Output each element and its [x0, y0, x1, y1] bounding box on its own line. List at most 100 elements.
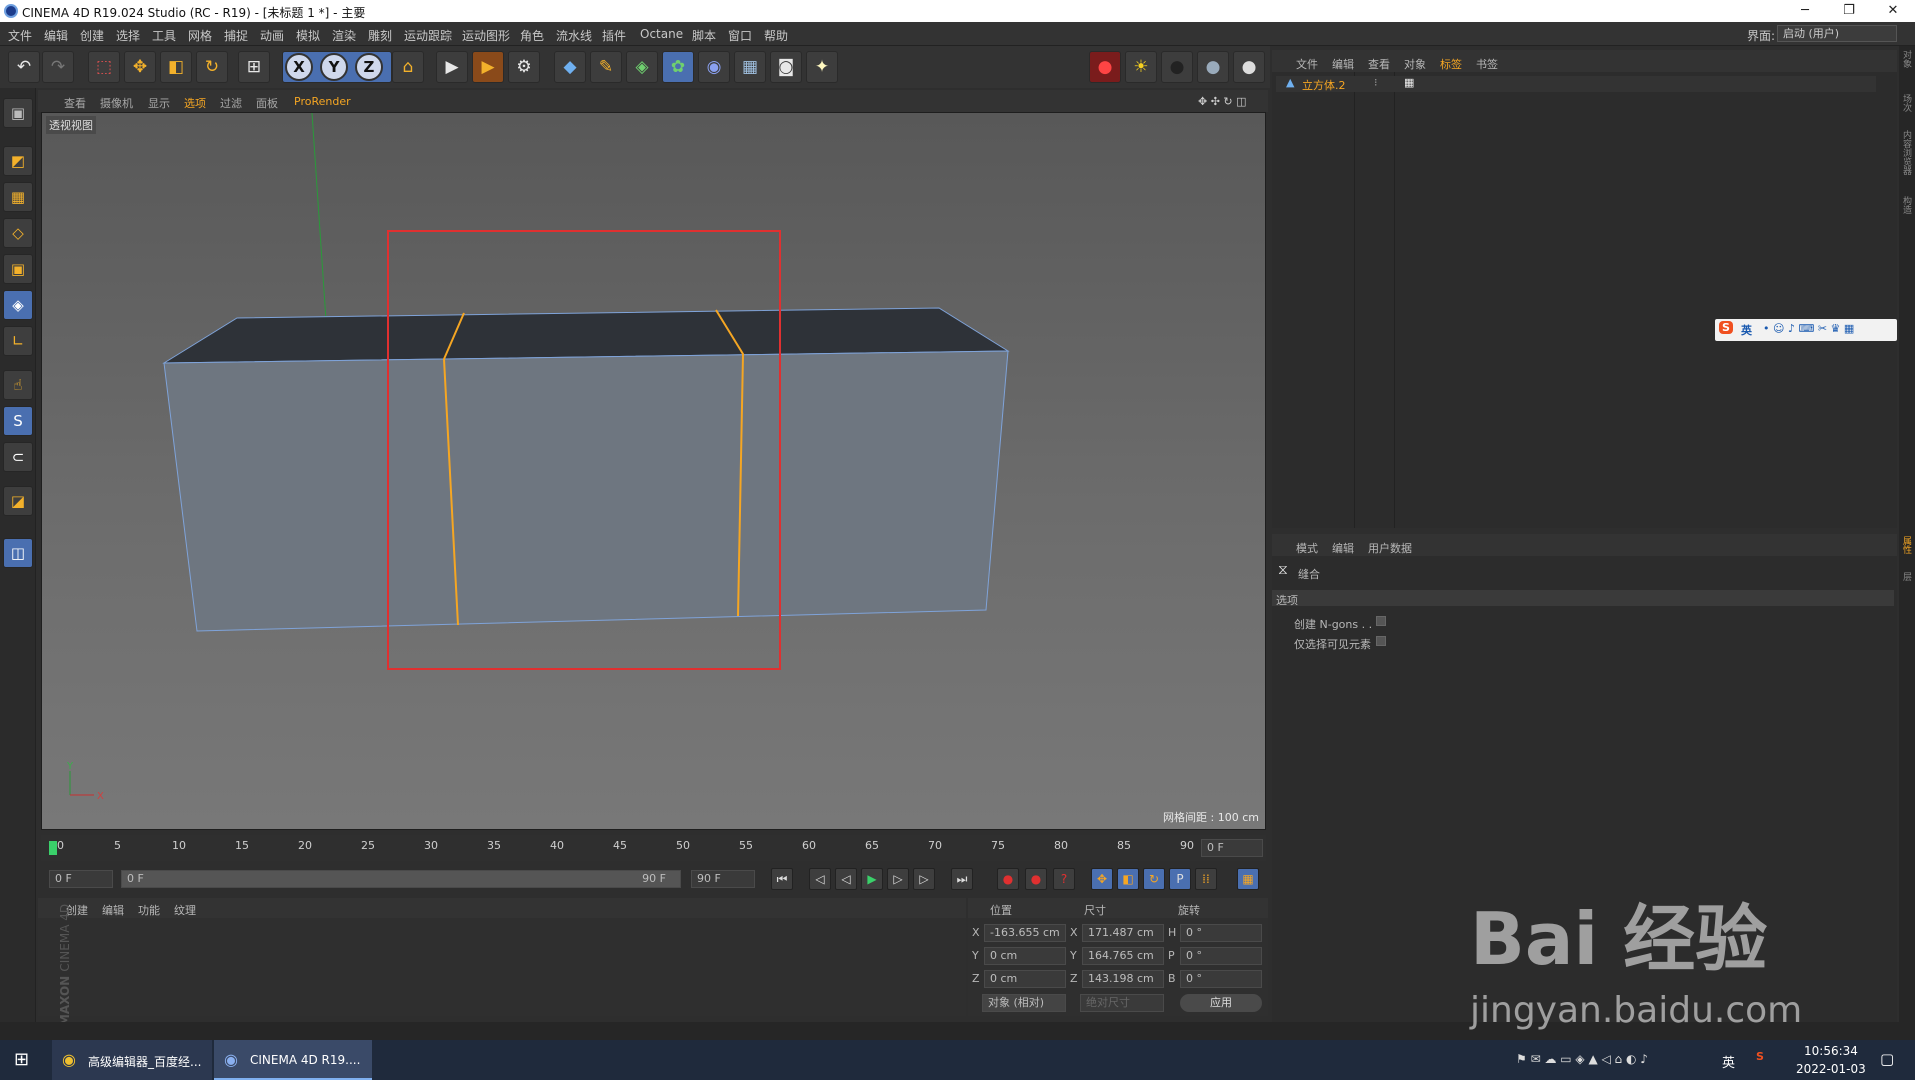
record-pla-button[interactable]: ⁞⁞	[1195, 868, 1217, 890]
timeline-window-button[interactable]: ▦	[1237, 868, 1259, 890]
size-z-field[interactable]: 143.198 cm	[1082, 970, 1164, 988]
menu-window[interactable]: 窗口	[728, 27, 752, 44]
menu-simulate[interactable]: 模拟	[296, 27, 320, 44]
cloner-icon[interactable]: ✿	[662, 51, 694, 83]
viewport-menu-cameras[interactable]: 摄像机	[100, 95, 133, 111]
tray-ime-language[interactable]: 英	[1722, 1052, 1735, 1071]
make-editable-icon[interactable]: ▣	[3, 98, 33, 128]
viewport-menu-display[interactable]: 显示	[148, 95, 170, 111]
close-button[interactable]: ✕	[1871, 0, 1915, 22]
ime-toolbar[interactable]: S 英 • ☺ ♪ ⌨ ✂ ♛ ▦	[1715, 319, 1897, 341]
redo-icon[interactable]: ↷	[42, 51, 74, 83]
clock-date[interactable]: 2022-01-03	[1796, 1062, 1866, 1076]
position-y-field[interactable]: 0 cm	[984, 947, 1066, 965]
record-active-objects-button[interactable]: ●	[997, 868, 1019, 890]
tab-attributes[interactable]: 属性	[1901, 536, 1913, 554]
position-x-field[interactable]: -163.655 cm	[984, 924, 1066, 942]
menu-sculpt[interactable]: 雕刻	[368, 27, 392, 44]
minimize-button[interactable]: ─	[1783, 0, 1827, 22]
solo-mode-icon[interactable]: ⊂	[3, 442, 33, 472]
coordinate-system-icon[interactable]: ⊞	[238, 51, 270, 83]
menu-animate[interactable]: 动画	[260, 27, 284, 44]
z-axis-lock-button[interactable]: Z	[355, 53, 383, 81]
size-mode-select[interactable]: 绝对尺寸	[1080, 994, 1164, 1012]
play-forward-button[interactable]: ▶	[861, 868, 883, 890]
windows-start-icon[interactable]: ⊞	[14, 1049, 29, 1070]
octane-specular-icon[interactable]: ●	[1233, 51, 1265, 83]
next-key-button[interactable]: ▷	[913, 868, 935, 890]
taskbar-item-browser[interactable]: ◉ 高级编辑器_百度经...	[52, 1040, 212, 1080]
cube-primitive-icon[interactable]: ◆	[554, 51, 586, 83]
menu-create[interactable]: 创建	[80, 27, 104, 44]
menu-script[interactable]: 脚本	[692, 27, 716, 44]
visibility-toggle-icon[interactable]: ⁝	[1374, 76, 1378, 89]
record-position-button[interactable]: ✥	[1091, 868, 1113, 890]
sogou-ime-icon[interactable]: S	[1719, 321, 1733, 334]
menu-character[interactable]: 角色	[520, 27, 544, 44]
camera-icon[interactable]: ◙	[770, 51, 802, 83]
axis-mode-icon[interactable]: ☝	[3, 370, 33, 400]
menu-edit[interactable]: 编辑	[44, 27, 68, 44]
go-to-end-button[interactable]: ⏭	[951, 868, 973, 890]
range-end-field[interactable]: 90 F	[691, 870, 755, 888]
material-menu-texture[interactable]: 纹理	[174, 902, 196, 918]
range-start-field[interactable]: 0 F	[49, 870, 113, 888]
texture-mode-icon[interactable]: ▦	[3, 182, 33, 212]
material-tag-icon[interactable]: ▦	[1404, 76, 1414, 89]
menu-octane[interactable]: Octane	[640, 27, 683, 41]
menu-snap[interactable]: 捕捉	[224, 27, 248, 44]
model-mode-icon[interactable]: ◩	[3, 146, 33, 176]
undo-icon[interactable]: ↶	[8, 51, 40, 83]
visible-only-checkbox[interactable]	[1376, 636, 1386, 646]
octane-record-icon[interactable]: ●	[1089, 51, 1121, 83]
tab-structure[interactable]: 构造	[1901, 196, 1913, 214]
material-menu-edit[interactable]: 编辑	[102, 902, 124, 918]
scale-tool-icon[interactable]: ◧	[160, 51, 192, 83]
viewport-navigation-icons[interactable]: ✥ ✣ ↻ ◫	[1198, 95, 1247, 108]
viewport-menu-panel[interactable]: 面板	[256, 95, 278, 111]
object-menu-bookmarks[interactable]: 书签	[1476, 56, 1498, 72]
rotation-b-field[interactable]: 0 °	[1180, 970, 1262, 988]
subdivision-surface-icon[interactable]: ◈	[626, 51, 658, 83]
object-menu-view[interactable]: 查看	[1368, 56, 1390, 72]
go-to-start-button[interactable]: ⏮	[771, 868, 793, 890]
viewport-menu-prorender[interactable]: ProRender	[294, 95, 351, 108]
viewport-menu-view[interactable]: 查看	[64, 95, 86, 111]
object-menu-tags[interactable]: 标签	[1440, 56, 1462, 72]
record-parameter-button[interactable]: P	[1169, 868, 1191, 890]
render-to-picture-viewer-icon[interactable]: ▶	[472, 51, 504, 83]
object-menu-edit[interactable]: 编辑	[1332, 56, 1354, 72]
menu-select[interactable]: 选择	[116, 27, 140, 44]
rotation-p-field[interactable]: 0 °	[1180, 947, 1262, 965]
octane-sun-icon[interactable]: ☀	[1125, 51, 1157, 83]
rotate-tool-icon[interactable]: ↻	[196, 51, 228, 83]
snap-icon[interactable]: ◪	[3, 486, 33, 516]
autokeying-button[interactable]: ●	[1025, 868, 1047, 890]
apply-button[interactable]: 应用	[1180, 994, 1262, 1012]
playhead[interactable]	[49, 841, 57, 855]
menu-mograph[interactable]: 运动图形	[462, 27, 510, 44]
render-settings-icon[interactable]: ⚙	[508, 51, 540, 83]
ime-language[interactable]: 英	[1741, 322, 1752, 338]
maximize-button[interactable]: ❐	[1827, 0, 1871, 22]
move-tool-icon[interactable]: ✥	[124, 51, 156, 83]
light-icon[interactable]: ✦	[806, 51, 838, 83]
points-mode-icon[interactable]: ▣	[3, 254, 33, 284]
object-row-cube[interactable]: ▲ 立方体.2 ⁝ ▦	[1276, 76, 1876, 92]
record-scale-button[interactable]: ◧	[1117, 868, 1139, 890]
object-menu-file[interactable]: 文件	[1296, 56, 1318, 72]
y-axis-lock-button[interactable]: Y	[320, 53, 348, 81]
interface-layout-select[interactable]: 启动 (用户)	[1777, 25, 1897, 42]
next-frame-button[interactable]: ▷	[887, 868, 909, 890]
live-selection-icon[interactable]: ⬚	[88, 51, 120, 83]
menu-help[interactable]: 帮助	[764, 27, 788, 44]
tab-takes[interactable]: 场次	[1901, 94, 1913, 112]
keyframe-selection-button[interactable]: ?	[1053, 868, 1075, 890]
clock-time[interactable]: 10:56:34	[1804, 1044, 1858, 1058]
notification-icon[interactable]: ▢	[1880, 1050, 1894, 1068]
position-z-field[interactable]: 0 cm	[984, 970, 1066, 988]
previous-key-button[interactable]: ◁	[809, 868, 831, 890]
material-menu-function[interactable]: 功能	[138, 902, 160, 918]
menu-file[interactable]: 文件	[8, 27, 32, 44]
scene-canvas[interactable]: Y X	[42, 113, 1266, 830]
